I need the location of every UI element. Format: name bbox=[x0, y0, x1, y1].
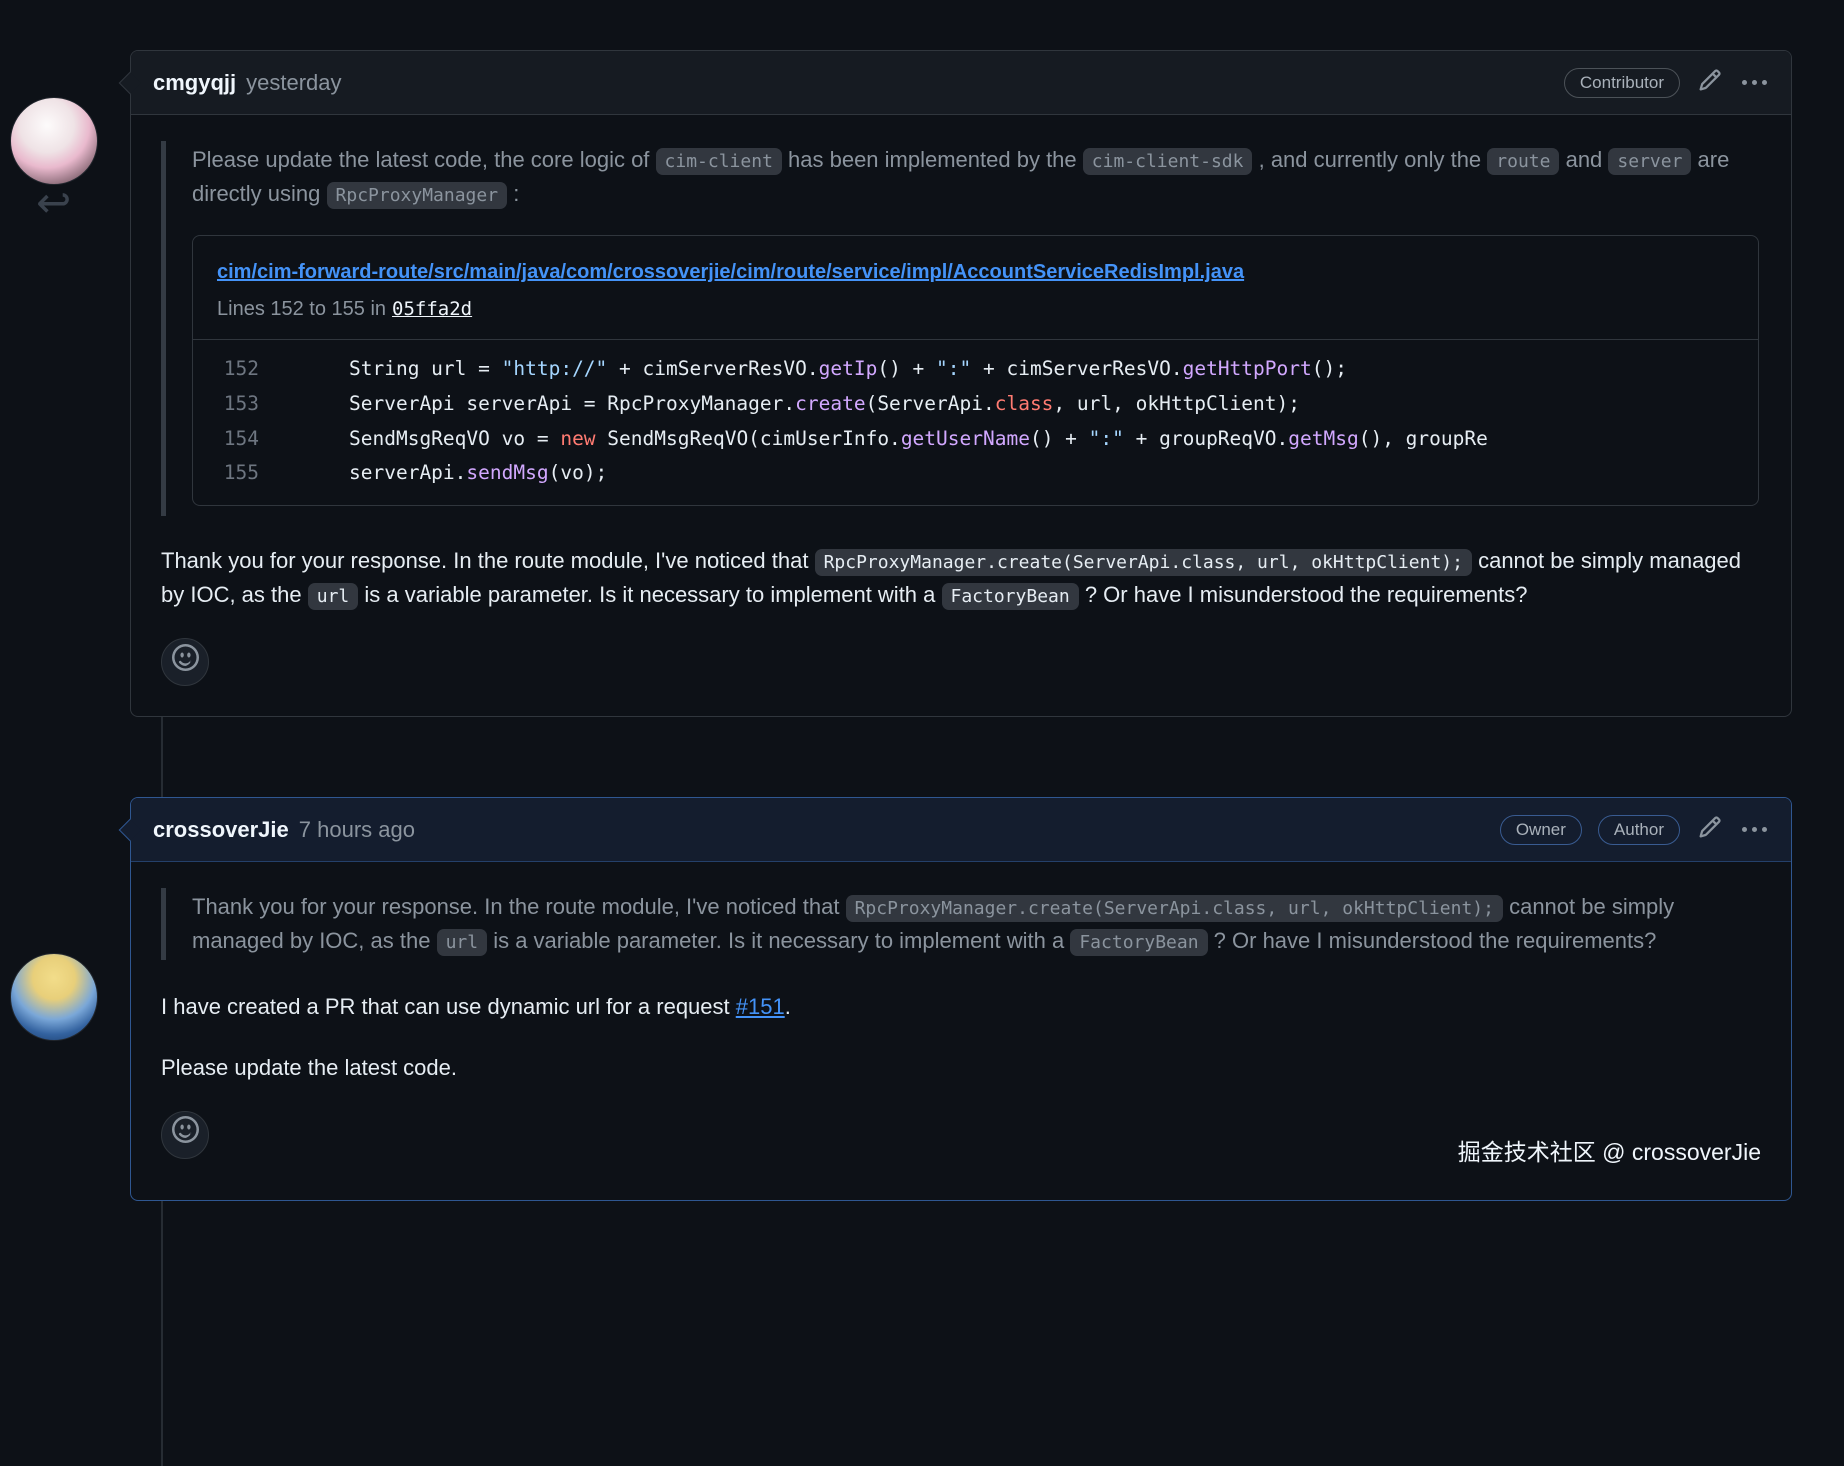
code-block: 152String url = "http://" + cimServerRes… bbox=[193, 339, 1758, 505]
comment-crossoverjie: crossoverJie 7 hours ago Owner Author Th… bbox=[130, 797, 1792, 1201]
comment-author-link[interactable]: crossoverJie bbox=[153, 817, 289, 843]
file-path-link[interactable]: cim/cim-forward-route/src/main/java/com/… bbox=[217, 261, 1244, 283]
comment-author-link[interactable]: cmgyqjj bbox=[153, 70, 236, 96]
comment-body: Thank you for your response. In the rout… bbox=[131, 862, 1791, 1200]
comment-cmgyqjj: cmgyqjj yesterday Contributor Please upd… bbox=[130, 50, 1792, 717]
comment-body: Please update the latest code, the core … bbox=[131, 115, 1791, 716]
kebab-icon bbox=[1742, 827, 1767, 832]
quote-paragraph: Thank you for your response. In the rout… bbox=[192, 890, 1759, 958]
comment-header: crossoverJie 7 hours ago Owner Author bbox=[131, 798, 1791, 862]
owner-badge: Owner bbox=[1500, 815, 1582, 845]
add-reaction-button[interactable] bbox=[161, 638, 209, 686]
pencil-icon bbox=[1698, 815, 1722, 845]
avatar-crossoverjie[interactable] bbox=[10, 953, 98, 1041]
reply-arrow-icon: ↩ bbox=[36, 178, 71, 227]
quoted-text: Thank you for your response. In the rout… bbox=[161, 888, 1761, 960]
comment-paragraph: Please update the latest code. bbox=[161, 1051, 1761, 1085]
quoted-text: Please update the latest code, the core … bbox=[161, 141, 1761, 516]
comment-paragraph: Thank you for your response. In the rout… bbox=[161, 544, 1761, 612]
comment-paragraph: I have created a PR that can use dynamic… bbox=[161, 990, 1761, 1024]
commit-link[interactable]: 05ffa2d bbox=[392, 298, 472, 320]
author-badge: Author bbox=[1598, 815, 1680, 845]
code-snippet-card: cim/cim-forward-route/src/main/java/com/… bbox=[192, 235, 1759, 506]
pencil-icon bbox=[1698, 68, 1722, 98]
kebab-icon bbox=[1742, 80, 1767, 85]
comment-options-button[interactable] bbox=[1740, 825, 1769, 834]
edit-comment-button[interactable] bbox=[1696, 813, 1724, 847]
edit-comment-button[interactable] bbox=[1696, 66, 1724, 100]
smiley-icon bbox=[172, 644, 199, 681]
comment-timestamp[interactable]: 7 hours ago bbox=[299, 817, 415, 843]
comment-timestamp[interactable]: yesterday bbox=[246, 70, 341, 96]
comment-options-button[interactable] bbox=[1740, 78, 1769, 87]
contributor-badge: Contributor bbox=[1564, 68, 1680, 98]
pr-link[interactable]: #151 bbox=[736, 994, 785, 1019]
lines-range-label: Lines 152 to 155 in05ffa2d bbox=[217, 294, 1734, 325]
comment-header: cmgyqjj yesterday Contributor bbox=[131, 51, 1791, 115]
avatar-cmgyqjj[interactable] bbox=[10, 97, 98, 185]
watermark-text: 掘金技术社区 @ crossoverJie bbox=[161, 1135, 1761, 1171]
quote-paragraph: Please update the latest code, the core … bbox=[192, 143, 1759, 211]
smiley-icon bbox=[172, 1116, 199, 1153]
